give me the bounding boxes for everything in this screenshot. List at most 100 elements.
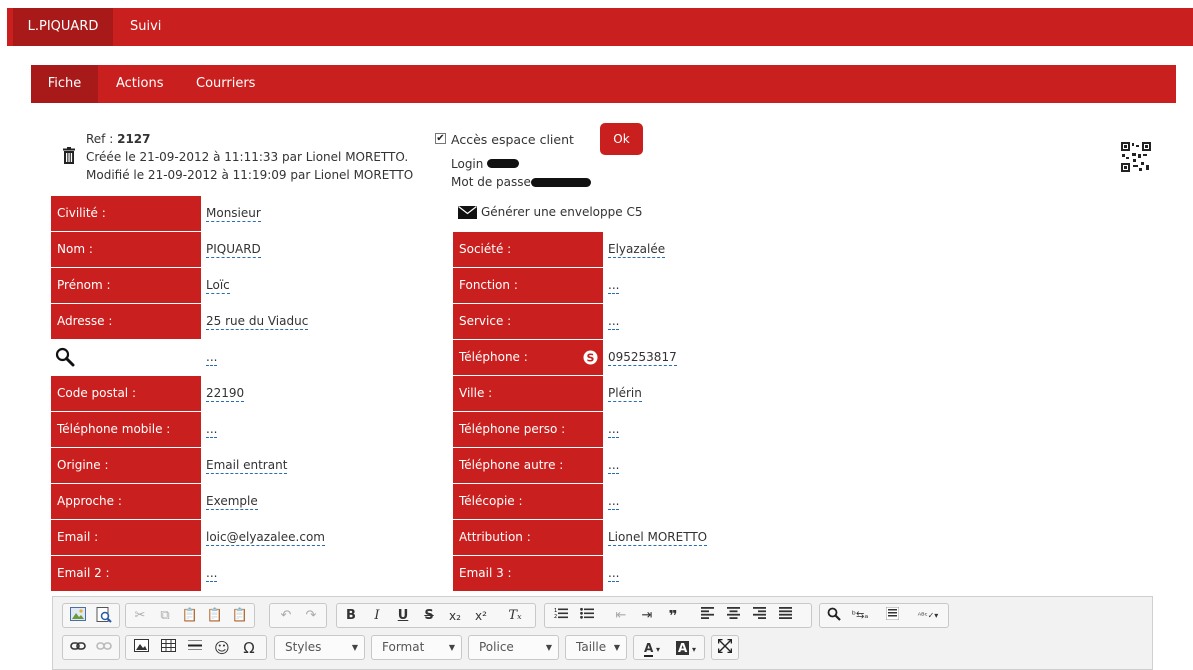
- align-right-icon[interactable]: [749, 607, 769, 625]
- toolbar-group-colors: A ▾ A ▾: [633, 635, 705, 660]
- insert-image-icon[interactable]: [131, 639, 151, 657]
- toolbar-group-paragraph: 12 ⇤ ⇥ ❞: [544, 603, 812, 628]
- chevron-down-icon: ▼: [545, 643, 552, 652]
- value-ville[interactable]: Plérin: [608, 386, 642, 402]
- label-nom: Nom :: [51, 232, 201, 267]
- strike-button[interactable]: S: [419, 607, 439, 625]
- horizontal-rule-icon[interactable]: [185, 639, 205, 657]
- value-civilite[interactable]: Monsieur: [206, 206, 261, 222]
- tab-actions[interactable]: Actions: [116, 65, 164, 103]
- unlink-icon[interactable]: [94, 639, 114, 657]
- background-color-icon[interactable]: A ▾: [671, 639, 701, 657]
- value-address-extra[interactable]: ...: [206, 350, 218, 366]
- value-telecopie[interactable]: ...: [608, 494, 620, 510]
- police-dropdown-label: Police: [479, 640, 514, 654]
- search-icon[interactable]: [55, 347, 75, 367]
- login-redacted: [487, 159, 519, 168]
- top-nav-bar: L.PIQUARD Suivi: [7, 8, 1193, 46]
- image-button-icon[interactable]: [68, 607, 88, 625]
- maximize-icon[interactable]: [715, 638, 735, 657]
- trash-icon[interactable]: [62, 147, 76, 164]
- label-adresse: Adresse :: [51, 304, 201, 339]
- numbered-list-icon[interactable]: 12: [551, 607, 571, 625]
- value-code-postal[interactable]: 22190: [206, 386, 245, 402]
- remove-format-button[interactable]: Tₓ: [505, 607, 525, 625]
- bullet-list-icon[interactable]: [577, 607, 597, 625]
- access-checkbox[interactable]: ✔: [435, 133, 446, 144]
- copy-icon[interactable]: ⧉: [155, 607, 175, 625]
- ok-button[interactable]: Ok: [600, 123, 643, 155]
- value-fonction[interactable]: ...: [608, 278, 620, 294]
- police-dropdown[interactable]: Police ▼: [468, 635, 559, 660]
- redo-icon[interactable]: ↷: [301, 607, 321, 625]
- value-telephone-mobile[interactable]: ...: [206, 422, 218, 438]
- value-societe[interactable]: Elyazalée: [608, 242, 666, 258]
- label-telecopie: Télécopie :: [453, 484, 603, 519]
- select-all-icon[interactable]: [882, 606, 902, 625]
- qr-code-icon[interactable]: [1121, 142, 1151, 172]
- label-service: Service :: [453, 304, 603, 339]
- preview-icon[interactable]: [94, 607, 114, 625]
- value-approche[interactable]: Exemple: [206, 494, 258, 510]
- value-telephone-perso[interactable]: ...: [608, 422, 620, 438]
- value-origine[interactable]: Email entrant: [206, 458, 288, 474]
- label-attribution: Attribution :: [453, 520, 603, 555]
- subscript-button[interactable]: x₂: [445, 607, 465, 625]
- value-email[interactable]: loic@elyazalee.com: [206, 530, 325, 546]
- underline-button[interactable]: U: [393, 607, 413, 625]
- outdent-icon[interactable]: ⇤: [611, 607, 631, 625]
- value-nom[interactable]: PIQUARD: [206, 242, 261, 258]
- chevron-down-icon: ▼: [351, 643, 358, 652]
- toolbar-group-undo: ↶ ↷: [269, 603, 327, 628]
- tab-fiche[interactable]: Fiche: [31, 65, 98, 103]
- justify-icon[interactable]: [775, 607, 795, 625]
- format-dropdown[interactable]: Format ▼: [371, 635, 462, 660]
- spellcheck-icon[interactable]: ᴬᴮᶜ✓▾: [912, 607, 944, 625]
- replace-icon[interactable]: ᵇ⇆ₐ: [850, 607, 870, 625]
- tab-user[interactable]: L.PIQUARD: [13, 8, 113, 46]
- align-center-icon[interactable]: [723, 607, 743, 625]
- value-service[interactable]: ...: [608, 314, 620, 330]
- value-email-2[interactable]: ...: [206, 566, 218, 582]
- label-telephone-perso: Téléphone perso :: [453, 412, 603, 447]
- value-telephone-autre[interactable]: ...: [608, 458, 620, 474]
- toolbar-group-insert: ☺ Ω: [125, 635, 267, 660]
- align-left-icon[interactable]: [697, 607, 717, 625]
- value-adresse[interactable]: 25 rue du Viaduc: [206, 314, 309, 330]
- value-telephone[interactable]: 095253817: [608, 350, 677, 366]
- special-char-button[interactable]: Ω: [239, 639, 259, 657]
- bold-button[interactable]: B: [341, 607, 361, 625]
- skype-icon[interactable]: S: [583, 350, 598, 365]
- label-telephone-autre: Téléphone autre :: [453, 448, 603, 483]
- tab-courriers[interactable]: Courriers: [196, 65, 255, 103]
- value-prenom[interactable]: Loïc: [206, 278, 230, 294]
- envelope-icon[interactable]: [458, 206, 477, 219]
- smiley-icon[interactable]: ☺: [212, 639, 232, 657]
- blockquote-button[interactable]: ❞: [663, 607, 683, 625]
- paste-icon[interactable]: 📋: [180, 607, 200, 625]
- value-attribution[interactable]: Lionel MORETTO: [608, 530, 708, 546]
- table-icon[interactable]: [158, 639, 178, 657]
- indent-icon[interactable]: ⇥: [637, 607, 657, 625]
- link-icon[interactable]: [68, 639, 88, 657]
- undo-icon[interactable]: ↶: [276, 607, 296, 625]
- italic-button[interactable]: I: [367, 607, 387, 625]
- cut-icon[interactable]: ✂: [130, 607, 150, 625]
- superscript-button[interactable]: x²: [471, 607, 491, 625]
- editor-toolbar: ✂ ⧉ 📋 📋 📋 ↶ ↷ B I U S x₂ x² Tₓ 12 ⇤ ⇥ ❞: [52, 596, 1153, 670]
- label-origine: Origine :: [51, 448, 201, 483]
- ref-label: Ref :: [86, 132, 114, 146]
- paste-text-icon[interactable]: 📋: [205, 607, 225, 625]
- tab-suivi[interactable]: Suivi: [130, 8, 161, 46]
- toolbar-group-links: [62, 635, 120, 660]
- taille-dropdown[interactable]: Taille ▼: [565, 635, 627, 660]
- find-icon[interactable]: [824, 607, 844, 625]
- envelope-label[interactable]: Générer une enveloppe C5: [481, 205, 642, 219]
- value-email-3[interactable]: ...: [608, 566, 620, 582]
- text-color-icon[interactable]: A ▾: [637, 639, 667, 657]
- svg-text:S: S: [587, 352, 595, 365]
- styles-dropdown-label: Styles: [285, 640, 322, 654]
- modified-text: Modifié le 21-09-2012 à 11:19:09 par Lio…: [86, 168, 414, 182]
- paste-word-icon[interactable]: 📋: [230, 607, 250, 625]
- styles-dropdown[interactable]: Styles ▼: [274, 635, 365, 660]
